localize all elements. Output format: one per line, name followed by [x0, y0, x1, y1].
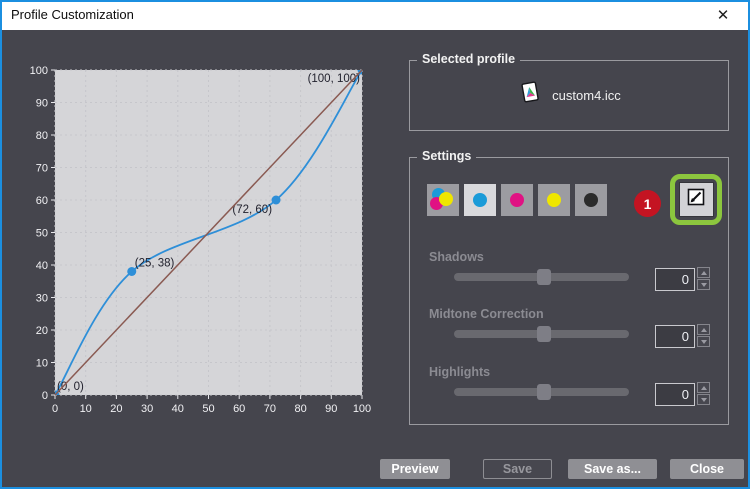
preview-button[interactable]: Preview — [380, 459, 450, 479]
close-icon[interactable]: ✕ — [706, 4, 740, 27]
highlights-spinner — [697, 382, 710, 405]
y-tick-label: 20 — [36, 325, 48, 337]
y-tick-label: 60 — [36, 195, 48, 207]
highlights-label: Highlights — [429, 365, 491, 379]
x-tick-label: 40 — [172, 403, 184, 415]
save-button[interactable]: Save — [483, 459, 552, 479]
point-label: (100, 100) — [308, 73, 361, 85]
channel-button-yellow[interactable] — [538, 184, 570, 216]
x-tick-label: 50 — [202, 403, 214, 415]
shadows-label: Shadows — [429, 250, 484, 264]
annotation-badge-number: 1 — [643, 195, 652, 212]
window-title: Profile Customization — [11, 7, 134, 22]
y-tick-label: 100 — [30, 65, 48, 77]
save-as-button[interactable]: Save as... — [568, 459, 657, 479]
shadows-spinner — [697, 267, 710, 290]
slider-row-highlights: Highlights 0 — [410, 365, 728, 420]
shadows-slider[interactable] — [454, 269, 629, 285]
selected-profile-group: Selected profile custom4.icc — [409, 52, 729, 131]
x-tick-label: 80 — [294, 403, 306, 415]
midtone-label: Midtone Correction — [429, 307, 544, 321]
channel-button-cyan[interactable] — [464, 184, 496, 216]
spin-up-button[interactable] — [697, 267, 710, 278]
midtone-slider-thumb[interactable] — [537, 326, 551, 342]
yellow-dot-icon — [547, 193, 561, 207]
y-tick-label: 0 — [42, 390, 48, 402]
channel-button-black[interactable] — [575, 184, 607, 216]
black-dot-icon — [584, 193, 598, 207]
channel-button-row — [427, 184, 607, 216]
channel-button-magenta[interactable] — [501, 184, 533, 216]
y-tick-label: 10 — [36, 358, 48, 370]
spin-up-button[interactable] — [697, 382, 710, 393]
yellow-dot-icon — [439, 192, 453, 206]
arrow-down-icon — [700, 339, 707, 344]
spin-down-button[interactable] — [697, 279, 710, 290]
highlights-slider-thumb[interactable] — [537, 384, 551, 400]
arrow-up-icon — [700, 327, 707, 332]
y-tick-label: 40 — [36, 260, 48, 272]
midtone-spinner — [697, 324, 710, 347]
point-label: (0, 0) — [57, 381, 84, 393]
y-tick-label: 90 — [36, 98, 48, 110]
shadows-value-input[interactable]: 0 — [655, 268, 695, 291]
spin-down-button[interactable] — [697, 336, 710, 347]
profile-file-name: custom4.icc — [552, 88, 621, 103]
slider-row-midtone: Midtone Correction 0 — [410, 307, 728, 362]
y-tick-label: 30 — [36, 293, 48, 305]
curve-point[interactable] — [271, 195, 281, 205]
highlight-outline — [670, 174, 722, 225]
magenta-dot-icon — [510, 193, 524, 207]
spin-down-button[interactable] — [697, 394, 710, 405]
point-label: (25, 38) — [135, 258, 175, 270]
x-tick-label: 70 — [264, 403, 276, 415]
cyan-dot-icon — [473, 193, 487, 207]
selected-profile-label: Selected profile — [417, 52, 521, 66]
x-tick-label: 0 — [52, 403, 58, 415]
y-tick-label: 50 — [36, 228, 48, 240]
arrow-up-icon — [700, 385, 707, 390]
highlights-slider[interactable] — [454, 384, 629, 400]
midtone-slider[interactable] — [454, 326, 629, 342]
title-bar[interactable]: Profile Customization ✕ — [0, 0, 750, 30]
annotation-badge: 1 — [634, 190, 661, 217]
settings-label: Settings — [417, 149, 477, 163]
x-tick-label: 30 — [141, 403, 153, 415]
point-label: (72, 60) — [232, 204, 272, 216]
x-tick-label: 60 — [233, 403, 245, 415]
highlights-value-input[interactable]: 0 — [655, 383, 695, 406]
profile-customization-dialog: Profile Customization ✕ 0 10 20 30 40 50 60 70 8… — [0, 0, 750, 489]
linear-curve-icon — [687, 188, 705, 211]
y-tick-label: 70 — [36, 163, 48, 175]
arrow-up-icon — [700, 270, 707, 275]
shadows-slider-thumb[interactable] — [537, 269, 551, 285]
y-tick-label: 80 — [36, 130, 48, 142]
channel-button-all[interactable] — [427, 184, 459, 216]
x-tick-label: 90 — [325, 403, 337, 415]
x-tick-label: 100 — [353, 403, 371, 415]
arrow-down-icon — [700, 397, 707, 402]
spin-up-button[interactable] — [697, 324, 710, 335]
settings-group: Settings 1 Shadows 0 Midtone Correction … — [409, 149, 729, 425]
icc-profile-icon — [517, 79, 543, 112]
profile-row[interactable]: custom4.icc — [410, 61, 728, 130]
tone-curve-chart[interactable]: 0 10 20 30 40 50 60 70 80 90 100 0 10 20 30 40 50 60 70 80 9… — [0, 60, 380, 432]
close-button[interactable]: Close — [670, 459, 744, 479]
midtone-value-input[interactable]: 0 — [655, 325, 695, 348]
arrow-down-icon — [700, 282, 707, 287]
x-tick-label: 20 — [110, 403, 122, 415]
linear-curve-button[interactable] — [678, 182, 714, 217]
slider-row-shadows: Shadows 0 — [410, 250, 728, 305]
x-tick-label: 10 — [80, 403, 92, 415]
